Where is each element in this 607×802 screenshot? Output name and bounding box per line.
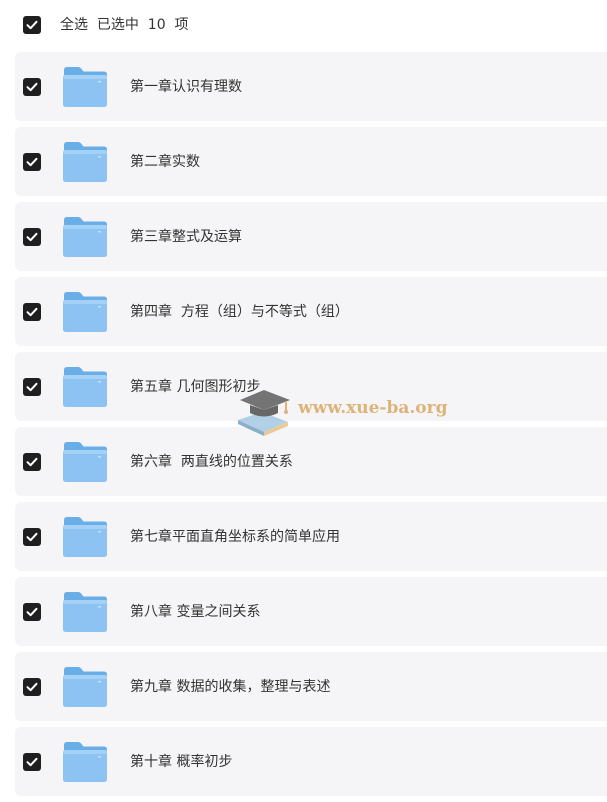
- folder-checkbox[interactable]: [23, 453, 41, 471]
- checkmark-icon: [26, 232, 38, 242]
- checkmark-icon: [26, 20, 38, 30]
- folder-icon: [63, 667, 107, 707]
- folder-row-9[interactable]: 第九章 数据的收集，整理与表述: [15, 652, 607, 721]
- folder-row-5[interactable]: 第五章 几何图形初步: [15, 352, 607, 421]
- folder-checkbox[interactable]: [23, 603, 41, 621]
- checkmark-icon: [26, 532, 38, 542]
- folder-icon: [63, 217, 107, 257]
- folder-icon: [63, 742, 107, 782]
- folder-checkbox[interactable]: [23, 528, 41, 546]
- select-all-checkbox[interactable]: [23, 16, 41, 34]
- folder-name: 第十章 概率初步: [130, 754, 233, 770]
- folder-checkbox[interactable]: [23, 228, 41, 246]
- folder-row-7[interactable]: 第七章平面直角坐标系的简单应用: [15, 502, 607, 571]
- folder-list: 第一章认识有理数 第二章实数 第三章整式及运算 第四章 方程（组）与不等式（组）…: [15, 52, 607, 802]
- folder-name: 第六章 两直线的位置关系: [130, 454, 293, 470]
- folder-name: 第八章 变量之间关系: [130, 604, 261, 620]
- folder-checkbox[interactable]: [23, 678, 41, 696]
- checkmark-icon: [26, 682, 38, 692]
- folder-row-3[interactable]: 第三章整式及运算: [15, 202, 607, 271]
- folder-row-1[interactable]: 第一章认识有理数: [15, 52, 607, 121]
- folder-name: 第一章认识有理数: [130, 79, 242, 95]
- folder-checkbox[interactable]: [23, 378, 41, 396]
- folder-checkbox[interactable]: [23, 303, 41, 321]
- folder-icon: [63, 442, 107, 482]
- folder-name: 第四章 方程（组）与不等式（组）: [130, 304, 349, 320]
- folder-row-10[interactable]: 第十章 概率初步: [15, 727, 607, 796]
- folder-icon: [63, 592, 107, 632]
- select-all-bar: 全选 已选中 10 项: [0, 0, 607, 50]
- folder-row-8[interactable]: 第八章 变量之间关系: [15, 577, 607, 646]
- folder-icon: [63, 142, 107, 182]
- folder-row-2[interactable]: 第二章实数: [15, 127, 607, 196]
- folder-icon: [63, 67, 107, 107]
- folder-name: 第二章实数: [130, 154, 200, 170]
- folder-icon: [63, 292, 107, 332]
- folder-row-6[interactable]: 第六章 两直线的位置关系: [15, 427, 607, 496]
- checkmark-icon: [26, 457, 38, 467]
- checkmark-icon: [26, 607, 38, 617]
- checkmark-icon: [26, 82, 38, 92]
- checkmark-icon: [26, 157, 38, 167]
- folder-checkbox[interactable]: [23, 753, 41, 771]
- folder-name: 第三章整式及运算: [130, 229, 242, 245]
- folder-checkbox[interactable]: [23, 78, 41, 96]
- folder-icon: [63, 517, 107, 557]
- checkmark-icon: [26, 382, 38, 392]
- checkmark-icon: [26, 757, 38, 767]
- selection-count-label: 全选 已选中 10 项: [60, 17, 189, 33]
- folder-checkbox[interactable]: [23, 153, 41, 171]
- folder-row-4[interactable]: 第四章 方程（组）与不等式（组）: [15, 277, 607, 346]
- folder-name: 第九章 数据的收集，整理与表述: [130, 679, 331, 695]
- checkmark-icon: [26, 307, 38, 317]
- folder-icon: [63, 367, 107, 407]
- folder-name: 第五章 几何图形初步: [130, 379, 261, 395]
- folder-name: 第七章平面直角坐标系的简单应用: [130, 529, 340, 545]
